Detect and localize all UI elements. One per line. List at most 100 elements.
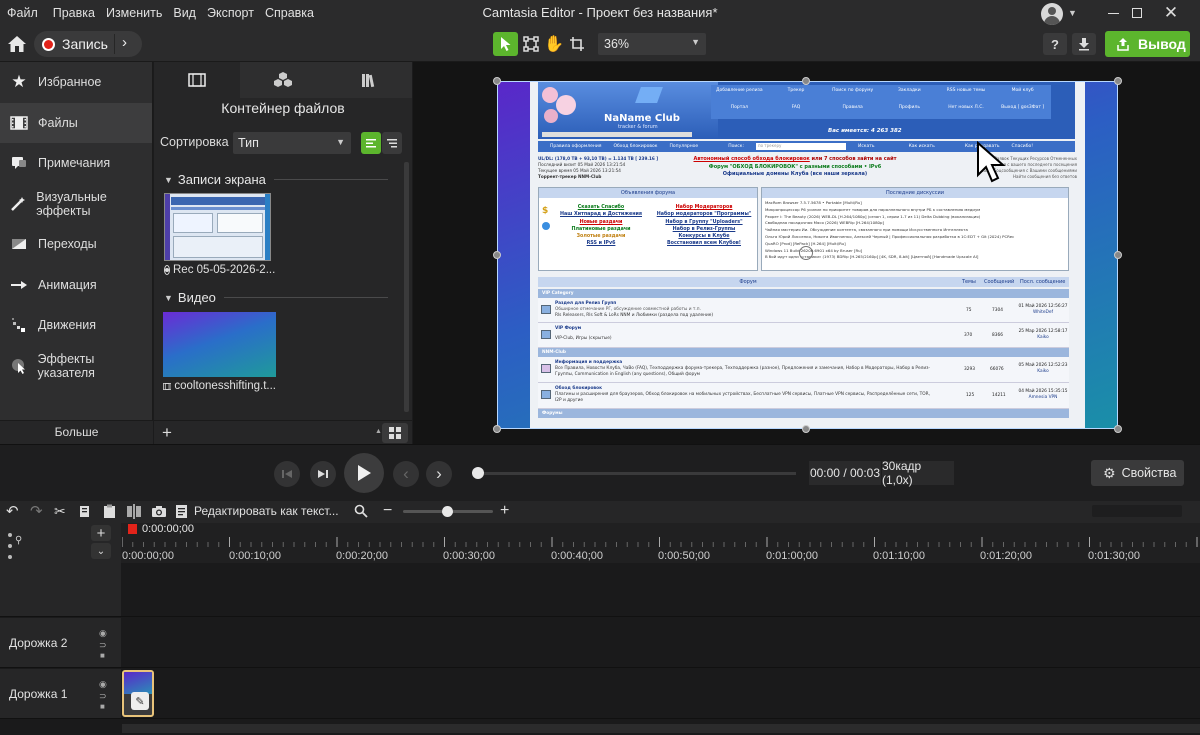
chevron-down-icon[interactable]: ▲ [375,428,382,435]
nav-item-favorites[interactable]: ★ Избранное [0,62,152,103]
sort-order-icon[interactable] [382,132,402,154]
resize-handle[interactable] [1114,251,1122,259]
fps-display[interactable]: 30кадр (1,0x) [882,459,954,487]
step-forward-icon[interactable] [310,461,336,487]
tab-books[interactable] [326,62,412,98]
nav-item-behaviors[interactable]: Движения [0,305,152,346]
ruler-tick-label: 0:01:30;00 [1088,550,1140,562]
track-1[interactable]: Дорожка 1 ◉ ⊃ ■ ✎ [0,669,1200,719]
nav-item-transitions[interactable]: Переходы [0,224,152,265]
next-marker-icon[interactable]: › [426,461,452,487]
canvas-area: NaName Club tracker & forum Добавление р… [413,62,1200,444]
export-button[interactable]: Вывод [1105,31,1190,57]
crop-handles-icon[interactable] [520,32,542,56]
resize-handle[interactable] [493,251,501,259]
annotation-icon [10,154,28,172]
main-toolbar: Запись › ✋ 36% ▼ ? Вывод [0,26,1200,62]
redo-icon[interactable]: ↷ [30,502,43,520]
help-button[interactable]: ? [1043,33,1067,55]
playback-bar: ‹ › 00:00 / 00:03 30кадр (1,0x) ⚙ Свойст… [0,444,1200,501]
add-track-icon[interactable]: + [91,525,111,542]
hand-pan-icon[interactable]: ✋ [543,32,565,56]
add-media-icon[interactable]: + [157,423,177,443]
resize-handle[interactable] [493,77,501,85]
mouse-cursor-icon [977,141,1006,183]
details-view-icon[interactable] [361,132,381,154]
playback-scrubber[interactable] [478,472,796,475]
close-icon[interactable]: ✕ [1148,0,1194,26]
nav-item-annotations[interactable]: Примечания [0,143,152,184]
ruler-tick-label: 0:01:00;00 [766,550,818,562]
rotate-handle-icon[interactable] [799,246,813,260]
cut-icon[interactable]: ✂ [54,503,66,520]
undo-icon[interactable]: ↶ [6,502,19,520]
link-icon[interactable]: ⊃ [99,691,107,702]
media-item-recording[interactable]: Rec 05-05-2026-2... [164,193,275,279]
link-icon[interactable]: ⊃ [99,640,107,651]
playhead-marker[interactable] [128,524,137,534]
zoom-slider-handle[interactable] [442,506,453,517]
search-icon[interactable] [354,504,368,518]
nav-item-animation[interactable]: Анимация [0,265,152,306]
split-icon[interactable] [126,504,142,519]
track-2[interactable]: Дорожка 2 ◉ ⊃ ■ [0,618,1200,668]
timeline-horizontal-scrollbar[interactable] [122,724,1200,733]
nav-item-files[interactable]: Файлы [0,102,152,143]
select-tool-icon[interactable] [493,32,518,56]
magnet-search-icon[interactable]: ⚲ [15,535,22,546]
zoom-dropdown[interactable]: 36% ▼ [598,33,706,55]
film-icon [188,73,206,87]
tab-library[interactable] [240,62,326,98]
previous-marker-icon[interactable]: ‹ [393,461,419,487]
download-icon[interactable] [1072,33,1096,55]
properties-button[interactable]: ⚙ Свойства [1091,460,1184,486]
more-button[interactable]: Больше [0,420,153,444]
eye-icon[interactable]: ◉ [99,679,107,690]
chevron-down-icon[interactable]: ▼ [1068,8,1077,18]
transition-icon [10,235,28,253]
time-display: 00:00 / 00:03 [809,461,881,485]
chevron-right-icon[interactable]: › [122,34,127,51]
nav-item-visual-effects[interactable]: Визуальные эффекты [0,184,152,225]
zoom-in-icon[interactable]: + [500,502,509,520]
group-title: Видео [177,290,216,305]
home-icon[interactable] [6,33,28,55]
scrubber-handle[interactable] [472,467,484,479]
copy-icon[interactable] [79,505,92,519]
zoom-out-icon[interactable]: − [383,502,392,520]
group-title: Записи экрана [177,172,266,187]
site-top-links: Добавление релиза Трекер Поиск по форуму… [711,85,1051,119]
camera-icon[interactable] [151,505,167,518]
tab-media-bin[interactable] [154,62,240,98]
resize-handle[interactable] [493,425,501,433]
site-header: NaName Club tracker & forum Добавление р… [538,81,1075,139]
group-header-screen-recordings[interactable]: ▼ Записи экрана [164,172,388,187]
resize-handle[interactable] [1114,425,1122,433]
record-button[interactable]: Запись › [34,31,142,57]
lock-icon[interactable]: ■ [100,651,105,660]
sort-dropdown[interactable]: Тип ▼ [233,132,351,154]
bin-scrollbar[interactable] [404,162,409,412]
edit-as-text-button[interactable]: Редактировать как текст... [194,504,339,518]
paste-icon[interactable] [103,504,116,519]
previous-frame-icon[interactable] [274,461,300,487]
track-name: Дорожка 2 [9,635,68,650]
nav-item-cursor-effects[interactable]: Эффекты указателя [0,346,152,387]
chevron-down-icon[interactable]: ⌄ [91,543,111,559]
timeline-clip[interactable]: ✎ [122,670,154,717]
play-button[interactable] [344,453,384,493]
media-item-video[interactable]: cooltonesshifting.t... [163,312,276,396]
avatar[interactable] [1041,3,1063,25]
eye-icon[interactable]: ◉ [99,628,107,639]
group-header-video[interactable]: ▼ Видео [164,290,388,305]
crop-icon[interactable] [566,32,588,56]
chevron-down-icon: ▼ [336,137,345,147]
video-thumbnail [163,312,276,377]
behavior-icon [10,316,28,334]
timeline-overview[interactable] [1092,505,1182,517]
grid-view-icon[interactable] [382,423,408,443]
resize-handle[interactable] [802,425,810,433]
resize-handle[interactable] [1114,77,1122,85]
lock-icon[interactable]: ■ [100,702,105,711]
resize-handle[interactable] [802,77,810,85]
